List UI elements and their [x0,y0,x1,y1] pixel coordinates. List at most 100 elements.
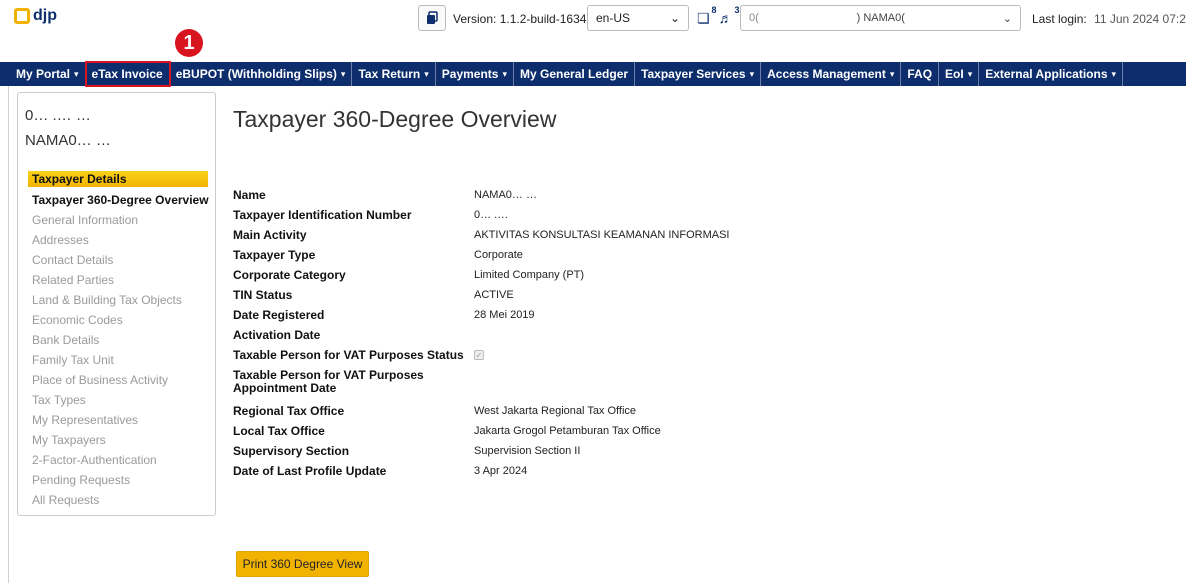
nav-item-label: External Applications [985,67,1108,81]
sidebar-item-place-of-business-activity[interactable]: Place of Business Activity [32,370,209,390]
sidebar-item-taxpayer-360-degree-overview[interactable]: Taxpayer 360-Degree Overview [32,190,209,210]
detail-label: Taxpayer Identification Number [233,208,412,222]
chevron-down-icon: ⌄ [669,11,680,25]
sidebar-item-my-representatives[interactable]: My Representatives [32,410,209,430]
caret-down-icon: ▾ [424,68,429,79]
nav-item-label: eTax Invoice [91,67,163,81]
sidebar-item-tax-types[interactable]: Tax Types [32,390,209,410]
caret-down-icon: ▾ [1111,68,1117,79]
language-select[interactable]: en-US ⌄ [587,5,689,31]
nav-item-label: eBUPOT (Withholding Slips) [175,67,337,81]
sidebar-section-title: Taxpayer Details [28,171,208,187]
detail-value: 3 Apr 2024 [474,465,528,477]
nav-item-payments[interactable]: Payments ▾ [436,62,515,86]
logo-mark-icon [14,8,30,24]
bell-icon[interactable]: ♬ 3 [719,5,740,26]
sidebar-item-general-information[interactable]: General Information [32,210,209,230]
detail-row: Main Activity AKTIVITAS KONSULTASI KEAMAN… [233,226,1133,246]
page-title: Taxpayer 360-Degree Overview [233,106,557,132]
sidebar-item-land-building-tax-objects[interactable]: Land & Building Tax Objects [32,290,209,310]
detail-row: Supervisory Section Supervision Section I… [233,442,1133,462]
sidebar-item-related-parties[interactable]: Related Parties [32,270,209,290]
last-login-label: Last login: [1032,12,1087,26]
sidebar-item-bank-details[interactable]: Bank Details [32,330,209,350]
nav-item-external-applications[interactable]: External Applications ▾ [979,62,1124,86]
nav-item-access-management[interactable]: Access Management ▾ [761,62,902,86]
detail-row: Corporate Category Limited Company (PT) [233,266,1133,286]
print-360-button[interactable]: Print 360 Degree View [236,551,369,577]
vat-status-checkbox: ✓ [474,350,484,360]
version-label: Version: 1.1.2-build-1634 [453,12,587,26]
detail-label: Activation Date [233,328,321,342]
taxpayer-select-name: ) NAMA0( [856,12,905,24]
alert-count: 3 [734,5,740,15]
detail-label: TIN Status [233,288,293,302]
detail-row: Date Registered 28 Mei 2019 [233,306,1133,326]
main-nav: My Portal ▾ eTax Invoice eBUPOT (Withholdin… [0,61,1186,87]
taxpayer-select[interactable]: 0( ) NAMA0( ⌄ [740,5,1021,31]
notification-count: 8 [711,4,717,15]
nav-item-label: My Portal [16,67,71,81]
nav-item-my-portal[interactable]: My Portal ▾ [10,62,86,86]
sidebar-item-family-tax-unit[interactable]: Family Tax Unit [32,350,209,370]
detail-row: Activation Date [233,326,1133,346]
sidebar-item-all-requests[interactable]: All Requests [32,490,209,510]
detail-row: Taxpayer Identification Number 0… .… [233,206,1133,226]
sidebar-item-economic-codes[interactable]: Economic Codes [32,310,209,330]
sidebar-item-2-factor-authentication[interactable]: 2-Factor-Authentication [32,450,209,470]
step-callout-badge: 1 [175,29,203,57]
detail-value: AKTIVITAS KONSULTASI KEAMANAN INFORMASI [474,229,730,241]
nav-item-etax-invoice[interactable]: eTax Invoice [84,61,171,87]
detail-row: Regional Tax Office West Jakarta Regional… [233,402,1133,422]
detail-value: Limited Company (PT) [474,269,585,281]
nav-item-label: Tax Return [358,67,421,81]
detail-value: ACTIVE [474,289,514,301]
detail-value: Supervision Section II [474,445,581,457]
detail-value: 0… .… [474,209,509,221]
nav-item-label: Access Management [767,67,886,81]
detail-label: Date Registered [233,308,325,322]
nav-item-ebupot-withholding-slips[interactable]: eBUPOT (Withholding Slips) ▾ [170,62,353,86]
detail-label: Main Activity [233,228,307,242]
chevron-down-icon: ⌄ [1002,12,1012,25]
detail-value: NAMA0… … [474,189,537,201]
notification-icon[interactable]: ❏ 8 [697,5,717,27]
detail-row: Date of Last Profile Update 3 Apr 2024 [233,462,1133,482]
language-value: en-US [596,11,631,25]
detail-value: 28 Mei 2019 [474,309,535,321]
nav-item-faq[interactable]: FAQ [901,62,940,86]
detail-row: Local Tax Office Jakarta Grogol Petambura… [233,422,1133,442]
nav-item-taxpayer-services[interactable]: Taxpayer Services ▾ [635,62,762,86]
detail-value: ✓ [474,349,484,361]
logo-text: djp [33,7,57,24]
detail-row: Name NAMA0… … [233,186,1133,206]
taxpayer-select-id: 0( [749,12,759,24]
nav-item-label: Payments [441,67,499,81]
detail-label: Regional Tax Office [233,404,345,418]
nav-item-tax-return[interactable]: Tax Return ▾ [352,62,436,86]
sidebar-item-contact-details[interactable]: Contact Details [32,250,209,270]
detail-label: Name [233,188,266,202]
nav-item-eoi[interactable]: EoI ▾ [939,62,980,86]
sidebar-item-my-taxpayers[interactable]: My Taxpayers [32,430,209,450]
detail-row: TIN Status ACTIVE [233,286,1133,306]
sidebar-item-pending-requests[interactable]: Pending Requests [32,470,209,490]
detail-value: Jakarta Grogol Petamburan Tax Office [474,425,661,437]
detail-label: Date of Last Profile Update [233,464,387,478]
nav-item-my-general-ledger[interactable]: My General Ledger [514,62,636,86]
copy-icon [427,11,438,24]
detail-label: Local Tax Office [233,424,325,438]
sidebar-taxpayer-id: 0… .… … [25,107,91,124]
caret-down-icon: ▾ [502,68,508,79]
caret-down-icon: ▾ [340,68,346,79]
detail-row: Taxable Person for VAT Purposes Appointm… [233,366,1133,402]
nav-item-label: FAQ [907,67,933,81]
detail-label: Supervisory Section [233,444,350,458]
sidebar-item-addresses[interactable]: Addresses [32,230,209,250]
copy-button[interactable] [418,5,446,31]
detail-row: Taxable Person for VAT Purposes Status ✓ [233,346,1133,366]
detail-row: Taxpayer Type Corporate [233,246,1133,266]
sidebar-menu: Taxpayer 360-Degree Overview General Info… [32,190,209,510]
detail-label: Taxpayer Type [233,248,316,262]
djp-logo[interactable]: djp [14,6,57,26]
